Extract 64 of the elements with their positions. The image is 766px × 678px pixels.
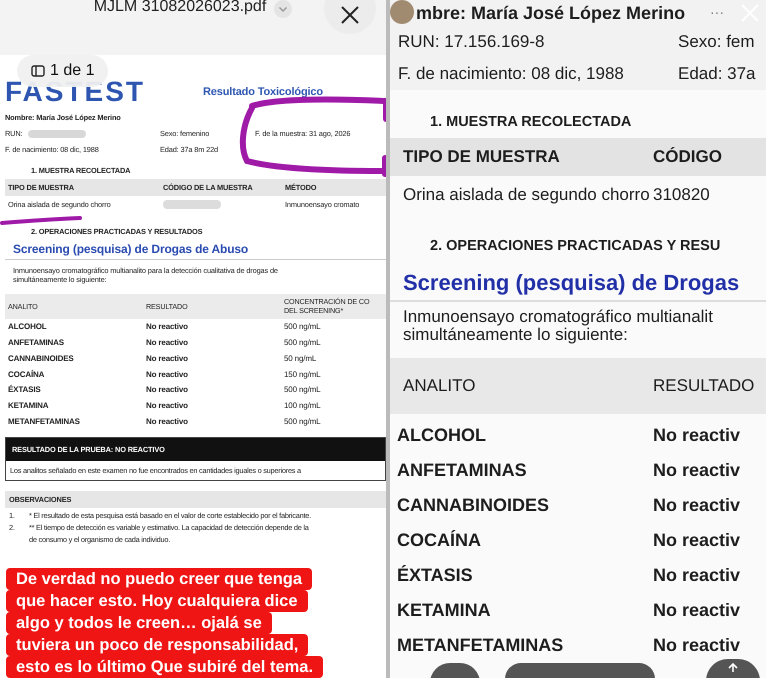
caption-text: esto es lo último Que subiré del tema. bbox=[6, 656, 324, 678]
caption-text: que hacer esto. Hoy cualquiera dice bbox=[6, 590, 308, 612]
table-cell-text: No reactivo bbox=[146, 416, 189, 426]
table-cell-text: No reactiv bbox=[653, 600, 742, 621]
table-cell-text: CANNABINOIDES bbox=[8, 354, 75, 363]
table-cell-text: 50 ng/mL bbox=[284, 354, 318, 363]
table-cell-text: 500 ng/mL bbox=[284, 416, 322, 426]
table-cell-text: No reactiv bbox=[653, 425, 742, 446]
table-cell-text: No reactivo bbox=[146, 338, 189, 347]
table-cell-text: 500 ng/mL bbox=[284, 338, 322, 347]
more-button[interactable]: ··· bbox=[710, 4, 724, 20]
table-cell-text: CANNABINOIDES bbox=[397, 495, 550, 516]
table-cell-text: 150 ng/mL bbox=[284, 370, 322, 379]
table-cell-text: KETAMINA bbox=[397, 600, 492, 621]
patient-field: F. de nacimiento: 08 dic, 1988 bbox=[398, 64, 678, 84]
table-cell-text: No reactiv bbox=[653, 495, 742, 516]
table-cell-text: No reactivo bbox=[146, 401, 189, 410]
table-cell-text: METANFETAMINAS bbox=[397, 635, 564, 656]
sidebar-icon bbox=[31, 65, 45, 77]
table-cell-text: No reactivo bbox=[146, 354, 189, 363]
table-cell-text: No reactiv bbox=[653, 530, 742, 551]
column-header: TIPO DE MUESTRA bbox=[403, 147, 561, 167]
column-header: CÓDIGO bbox=[653, 147, 723, 167]
patient-field: Sexo: fem bbox=[678, 32, 766, 52]
table-cell-text: ANFETAMINAS bbox=[8, 338, 65, 347]
column-header: RESULTADO bbox=[653, 376, 756, 396]
table-cell-text: COCAÍNA bbox=[397, 530, 482, 551]
section-heading: Screening (pesquisa) de Drogas bbox=[390, 262, 766, 302]
patient-field: Edad: 37a bbox=[678, 64, 766, 84]
table-cell-text: METANFETAMINAS bbox=[8, 416, 81, 426]
table-cell-text: COCAÍNA bbox=[8, 370, 46, 379]
table-cell-text: ANFETAMINAS bbox=[397, 460, 528, 481]
table-cell-text: 100 ng/mL bbox=[284, 401, 322, 410]
table-cell-text: ALCOHOL bbox=[8, 322, 48, 332]
table-cell-text: No reactivo bbox=[146, 370, 189, 379]
close-icon bbox=[339, 4, 361, 26]
table-cell-text: 500 ng/mL bbox=[284, 385, 322, 394]
table-cell-text: No reactiv bbox=[653, 565, 742, 586]
table-cell-text: No reactivo bbox=[146, 385, 189, 394]
table-cell-text: ÉXTASIS bbox=[8, 385, 42, 394]
patient-field: mbre: María José López Merino bbox=[416, 2, 692, 24]
caption-text: algo y todos le creen… ojalá se bbox=[6, 612, 272, 634]
section-title: 1. MUESTRA RECOLECTADA bbox=[429, 113, 632, 132]
document-title: Resultado Toxicológico bbox=[203, 86, 323, 98]
column-header: ANALITO bbox=[403, 376, 476, 396]
caption-text: De verdad no puedo creer que tenga bbox=[6, 568, 312, 590]
table-cell-text: No reactiv bbox=[653, 635, 742, 656]
arrow-up-icon bbox=[726, 663, 740, 673]
table-cell-text: KETAMINA bbox=[8, 401, 50, 410]
paragraph-line: simultáneamente lo siguiente: bbox=[403, 326, 628, 344]
table-cell-text: ALCOHOL bbox=[397, 425, 487, 446]
table-cell-text: Orina aislada de segundo chorro bbox=[403, 185, 651, 205]
table-cell-text: 310820 bbox=[653, 185, 711, 205]
section-title: 2. OPERACIONES PRACTICADAS Y RESU bbox=[429, 237, 722, 256]
table-cell-text: No reactivo bbox=[146, 322, 189, 332]
paragraph-line: Inmunoensayo cromatográfico multianalit bbox=[403, 308, 714, 326]
section-heading: Screening (pesquisa) de Drogas de Abuso bbox=[5, 240, 386, 260]
chevron-down-icon[interactable] bbox=[274, 0, 292, 18]
table-cell-text: 500 ng/mL bbox=[284, 322, 322, 332]
patient-field: RUN: 17.156.169-8 bbox=[398, 32, 678, 52]
table-cell-text: No reactiv bbox=[653, 460, 742, 481]
redacted-value bbox=[28, 130, 86, 138]
table-cell-text: ÉXTASIS bbox=[397, 565, 474, 586]
caption-text: tuviera un poco de responsabilidad, bbox=[6, 634, 308, 656]
